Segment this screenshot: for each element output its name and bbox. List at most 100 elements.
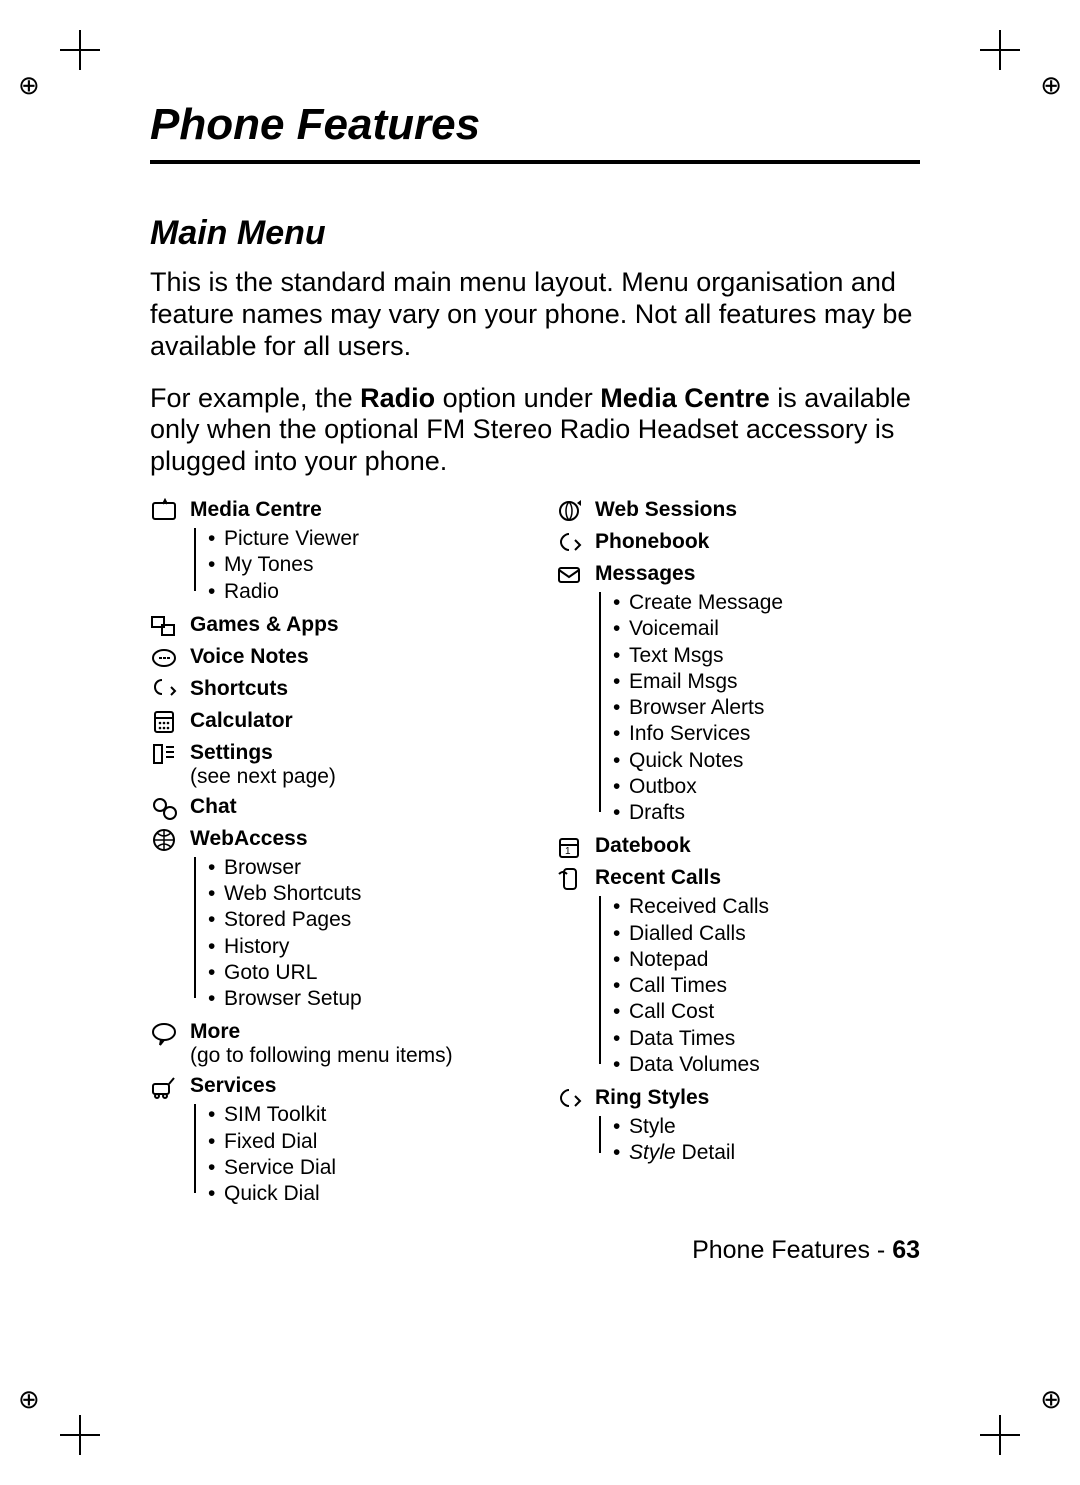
- datebook-icon: 1: [555, 834, 585, 860]
- register-mark-icon: ⊕: [18, 70, 40, 101]
- menu-section-title-wrap: Services: [190, 1074, 276, 1098]
- shortcuts-icon: [150, 677, 180, 703]
- menu-section-title-wrap: Web Sessions: [595, 498, 737, 522]
- recent-calls-icon: [555, 866, 585, 892]
- menu-section-header: Ring Styles: [555, 1086, 920, 1112]
- menu-subitem: Service Dial: [204, 1155, 515, 1181]
- menu-subitem: History: [204, 934, 515, 960]
- menu-subitem: Dialled Calls: [609, 921, 920, 947]
- menu-section-title-wrap: Settings(see next page): [190, 741, 336, 789]
- page: ⊕ ⊕ ⊕ ⊕ Phone Features Main Menu This is…: [0, 0, 1080, 1485]
- menu-section-title: Services: [190, 1074, 276, 1098]
- menu-section-title: Settings: [190, 741, 336, 765]
- menu-section-header: Messages: [555, 562, 920, 588]
- menu-subitem: Call Times: [609, 973, 920, 999]
- menu-subitem: Quick Notes: [609, 748, 920, 774]
- menu-section-title: Web Sessions: [595, 498, 737, 522]
- menu-section-header: Settings(see next page): [150, 741, 515, 789]
- menu-section-title-wrap: Shortcuts: [190, 677, 288, 701]
- menu-subitem: Notepad: [609, 947, 920, 973]
- menu-column-left: Media CentrePicture ViewerMy TonesRadio G…: [150, 498, 515, 1215]
- menu-subitem: Browser Alerts: [609, 695, 920, 721]
- settings-icon: [150, 741, 180, 767]
- footer-label: Phone Features -: [692, 1236, 892, 1264]
- voice-notes-icon: [150, 645, 180, 671]
- crop-mark-icon: [980, 1415, 1020, 1455]
- register-mark-icon: ⊕: [1040, 1384, 1062, 1415]
- menu-subitem: Drafts: [609, 800, 920, 826]
- para2-bold-media-centre: Media Centre: [600, 383, 770, 413]
- menu-section-title-wrap: WebAccess: [190, 827, 308, 851]
- menu-subitem: Create Message: [609, 590, 920, 616]
- menu-subitem: Browser: [204, 855, 515, 881]
- menu-section-title: Datebook: [595, 834, 691, 858]
- services-icon: [150, 1074, 180, 1100]
- menu-columns: Media CentrePicture ViewerMy TonesRadio G…: [150, 498, 920, 1215]
- media-centre-icon: [150, 498, 180, 524]
- menu-subitem: Picture Viewer: [204, 526, 515, 552]
- menu-subitem: Data Volumes: [609, 1052, 920, 1078]
- intro-paragraph-1: This is the standard main menu layout. M…: [150, 267, 920, 363]
- menu-section-title: WebAccess: [190, 827, 308, 851]
- menu-section: Ring StylesStyleStyle Detail: [555, 1086, 920, 1167]
- menu-section-header: Web Sessions: [555, 498, 920, 524]
- menu-section: Recent Calls Received CallsDialled CallsN…: [555, 866, 920, 1078]
- menu-column-right: Web Sessions Phonebook Messages Create Mess…: [555, 498, 920, 1215]
- menu-section-title-wrap: Datebook: [595, 834, 691, 858]
- menu-section: Media CentrePicture ViewerMy TonesRadio: [150, 498, 515, 605]
- crop-mark-icon: [980, 30, 1020, 70]
- menu-section-title-wrap: Chat: [190, 795, 237, 819]
- menu-subitems: SIM ToolkitFixed DialService DialQuick D…: [150, 1102, 515, 1207]
- menu-section-title-wrap: Voice Notes: [190, 645, 309, 669]
- menu-subitem: Call Cost: [609, 999, 920, 1025]
- menu-subitem: Web Shortcuts: [204, 881, 515, 907]
- chat-icon: [150, 795, 180, 821]
- footer-page-number: 63: [892, 1236, 920, 1264]
- menu-section: Games & Apps: [150, 613, 515, 639]
- menu-section-header: Services: [150, 1074, 515, 1100]
- menu-subitem: Voicemail: [609, 616, 920, 642]
- register-mark-icon: ⊕: [18, 1384, 40, 1415]
- menu-subitem: Email Msgs: [609, 669, 920, 695]
- menu-subitems: Received CallsDialled CallsNotepadCall T…: [555, 894, 920, 1078]
- menu-section: MessagesCreate MessageVoicemailText Msgs…: [555, 562, 920, 826]
- menu-section: Settings(see next page): [150, 741, 515, 789]
- title-rule: [150, 160, 920, 164]
- webaccess-icon: [150, 827, 180, 853]
- menu-section-title: More: [190, 1020, 453, 1044]
- menu-section-title: Games & Apps: [190, 613, 339, 637]
- menu-subitem: Radio: [204, 579, 515, 605]
- menu-subitem: Received Calls: [609, 894, 920, 920]
- menu-subitem: Info Services: [609, 721, 920, 747]
- menu-section-header: Chat: [150, 795, 515, 821]
- games-apps-icon: [150, 613, 180, 639]
- menu-section-title: Messages: [595, 562, 695, 586]
- menu-section: 1 Datebook: [555, 834, 920, 860]
- menu-section: More(go to following menu items): [150, 1020, 515, 1068]
- menu-section: Voice Notes: [150, 645, 515, 671]
- web-sessions-icon: [555, 498, 585, 524]
- menu-section-title-wrap: Phonebook: [595, 530, 709, 554]
- menu-section: Web Sessions: [555, 498, 920, 524]
- intro-paragraph-2: For example, the Radio option under Medi…: [150, 383, 920, 479]
- menu-subitem: Quick Dial: [204, 1181, 515, 1207]
- messages-icon: [555, 562, 585, 588]
- menu-subitem: Fixed Dial: [204, 1129, 515, 1155]
- menu-section-header: Calculator: [150, 709, 515, 735]
- menu-subitem: Style: [609, 1114, 920, 1140]
- menu-section-title: Recent Calls: [595, 866, 721, 890]
- crop-mark-icon: [60, 1415, 100, 1455]
- menu-section-header: Games & Apps: [150, 613, 515, 639]
- menu-section-title: Ring Styles: [595, 1086, 709, 1110]
- menu-subitem: Stored Pages: [204, 907, 515, 933]
- menu-subitem: Browser Setup: [204, 986, 515, 1012]
- menu-section-title-wrap: Games & Apps: [190, 613, 339, 637]
- menu-section: Calculator: [150, 709, 515, 735]
- menu-section-header: Recent Calls: [555, 866, 920, 892]
- menu-section: Shortcuts: [150, 677, 515, 703]
- svg-text:1: 1: [565, 846, 571, 857]
- section-title: Main Menu: [150, 214, 920, 253]
- para2-part: For example, the: [150, 383, 360, 413]
- menu-section-note: (go to following menu items): [190, 1044, 453, 1068]
- menu-section: Phonebook: [555, 530, 920, 556]
